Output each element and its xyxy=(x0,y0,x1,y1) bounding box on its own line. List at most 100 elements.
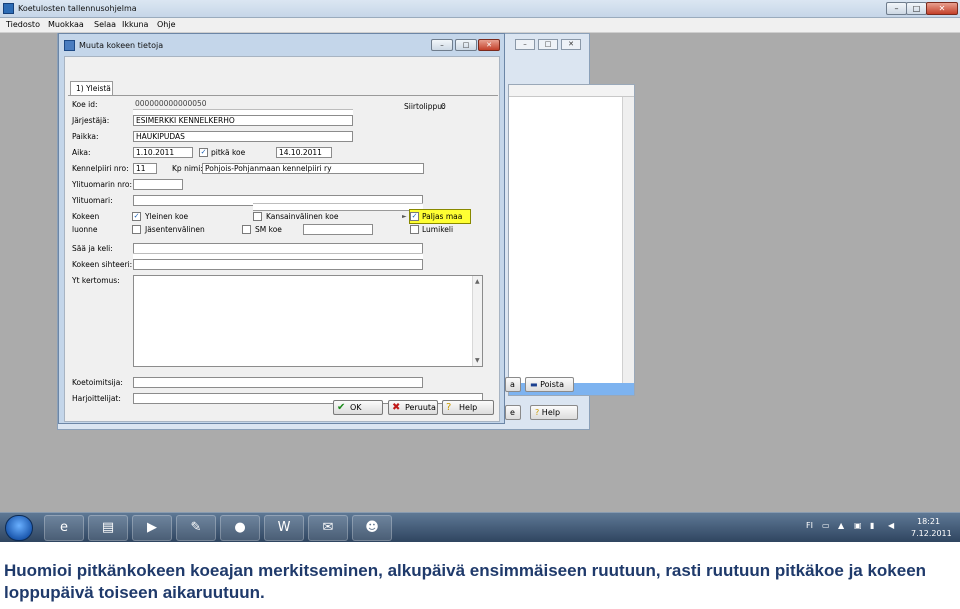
koetoimitsija-label: Koetoimitsija: xyxy=(72,378,123,387)
aika-loppu-field[interactable]: 14.10.2011 xyxy=(276,147,332,158)
pointer-arrow-icon: ► xyxy=(402,213,407,220)
paikka-field[interactable]: HAUKIPUDAS xyxy=(133,131,353,142)
menu-selaa[interactable]: Selaa xyxy=(94,20,116,29)
network-icon[interactable]: ▮ xyxy=(870,521,874,530)
ylituomarin-nro-label: Ylituomarin nro: xyxy=(72,180,133,189)
poista-button[interactable]: ▬ Poista xyxy=(525,377,574,392)
kansainvalinen-koe-checkbox[interactable] xyxy=(253,212,262,221)
volume-icon[interactable]: ◀ xyxy=(888,521,894,530)
outlook-icon[interactable]: ✉ xyxy=(308,515,348,541)
kennelpiiri-field[interactable]: 11 xyxy=(133,163,157,174)
jasentenvalinen-label: Jäsentenvälinen xyxy=(145,225,205,234)
jarjestaja-label: Järjestäjä: xyxy=(72,116,110,125)
ie-icon[interactable]: e xyxy=(44,515,84,541)
help-icon: ? xyxy=(535,408,542,417)
smurf-app-icon[interactable]: ☻ xyxy=(352,515,392,541)
scroll-up-icon: ▲ xyxy=(475,278,480,285)
clock-date[interactable]: 7.12.2011 xyxy=(911,529,952,538)
koe-id-label: Koe id: xyxy=(72,100,98,109)
close-button[interactable]: ✕ xyxy=(926,2,958,15)
aika-label: Aika: xyxy=(72,148,91,157)
media-player-icon[interactable]: ▶ xyxy=(132,515,172,541)
kp-nimi-field[interactable]: Pohjois-Pohjanmaan kennelpiiri ry xyxy=(202,163,424,174)
dialog-minimize-button[interactable]: – xyxy=(431,39,453,51)
arrow-label: a xyxy=(510,380,515,389)
list-header xyxy=(509,85,634,97)
menu-muokkaa[interactable]: Muokkaa xyxy=(48,20,84,29)
dialog-close-button[interactable]: ✕ xyxy=(478,39,500,51)
paint-icon[interactable]: ✎ xyxy=(176,515,216,541)
edit-test-dialog: Muuta kokeen tietoja – □ ✕ 1) Yleistä Ko… xyxy=(58,33,505,424)
list-vertical-scrollbar[interactable] xyxy=(622,97,634,383)
sihteeri-label: Kokeen sihteeri: xyxy=(72,260,133,269)
paljas-maa-label: Paljas maa xyxy=(422,212,463,221)
yt-kertomus-field[interactable]: ▲ ▼ xyxy=(133,275,483,367)
keyboard-icon[interactable]: ▭ xyxy=(822,521,830,530)
pitka-koe-checkbox[interactable]: ✓ xyxy=(199,148,208,157)
records-list[interactable] xyxy=(508,84,635,396)
yleinen-koe-label: Yleinen koe xyxy=(145,212,189,221)
jarjestaja-field[interactable]: ESIMERKKI KENNELKERHO xyxy=(133,115,353,126)
dialog-icon xyxy=(64,40,75,51)
yleinen-koe-checkbox[interactable]: ✓ xyxy=(132,212,141,221)
sm-koe-checkbox[interactable] xyxy=(242,225,251,234)
menu-ohje[interactable]: Ohje xyxy=(157,20,176,29)
lumikeli-checkbox[interactable] xyxy=(410,225,419,234)
siirtolippu-value: 0 xyxy=(441,102,446,111)
aika-alku-field[interactable]: 1.10.2011 xyxy=(133,147,193,158)
child-door-button[interactable]: e xyxy=(505,405,521,420)
child-help-button[interactable]: ? Help xyxy=(530,405,578,420)
paikka-label: Paikka: xyxy=(72,132,99,141)
language-indicator[interactable]: FI xyxy=(806,521,813,530)
kokeen-luonne-label-2: luonne xyxy=(72,225,98,234)
app-icon xyxy=(3,3,14,14)
jasentenvalinen-checkbox[interactable] xyxy=(132,225,141,234)
poista-label: Poista xyxy=(540,380,564,389)
sm-koe-label: SM koe xyxy=(255,225,282,234)
menu-ikkuna[interactable]: Ikkuna xyxy=(122,20,148,29)
menu-bar: Tiedosto Muokkaa Selaa Ikkuna Ohje xyxy=(0,18,960,33)
ok-button[interactable]: ✔ OK xyxy=(333,400,383,415)
minus-icon: ▬ xyxy=(530,380,541,389)
tab-yleista[interactable]: 1) Yleistä xyxy=(70,81,113,95)
caption-text: Huomioi pitkänkokeen koeajan merkitsemin… xyxy=(4,561,927,602)
minimize-button[interactable]: – xyxy=(886,2,907,15)
child-minimize-button[interactable]: – xyxy=(515,39,535,50)
child-close-button[interactable]: ✕ xyxy=(561,39,581,50)
maximize-button[interactable]: □ xyxy=(906,2,927,15)
start-button[interactable] xyxy=(5,515,33,541)
kansainvalinen-koe-label: Kansainvälinen koe xyxy=(266,212,339,221)
sihteeri-field[interactable] xyxy=(133,259,423,270)
kennelpiiri-label: Kennelpiiri nro: xyxy=(72,164,129,173)
help-button[interactable]: ? Help xyxy=(442,400,494,415)
clock-time[interactable]: 18:21 xyxy=(917,517,940,526)
cancel-icon: ✖ xyxy=(392,402,401,413)
taskbar: e ▤ ▶ ✎ ● W ✉ ☻ FI ▭ ▲ ▣ ▮ ◀ 18:21 7.12.… xyxy=(0,512,960,542)
explorer-icon[interactable]: ▤ xyxy=(88,515,128,541)
scroll-down-icon: ▼ xyxy=(475,357,480,364)
child-arrow-button[interactable]: a xyxy=(505,377,521,392)
help-icon: ? xyxy=(446,402,452,413)
dialog-maximize-button[interactable]: □ xyxy=(455,39,477,51)
device-icon[interactable]: ▣ xyxy=(854,521,862,530)
ylituomari-label: Ylituomari: xyxy=(72,196,113,205)
child-maximize-button[interactable]: □ xyxy=(538,39,558,50)
firefox-icon[interactable]: ● xyxy=(220,515,260,541)
ylituomarin-nro-field[interactable] xyxy=(133,179,183,190)
show-hidden-icons-icon[interactable]: ▲ xyxy=(838,521,844,530)
menu-tiedosto[interactable]: Tiedosto xyxy=(6,20,40,29)
kokeen-luonne-label-1: Kokeen xyxy=(72,212,100,221)
kp-nimi-label: Kp nimi: xyxy=(172,164,203,173)
sm-koe-field[interactable] xyxy=(303,224,373,235)
paljas-maa-checkbox[interactable]: ✓ xyxy=(410,212,419,221)
ok-label: OK xyxy=(350,403,362,412)
row-divider xyxy=(253,203,423,211)
yt-kertomus-label: Yt kertomus: xyxy=(72,276,120,285)
memo-scrollbar[interactable]: ▲ ▼ xyxy=(472,276,482,366)
app-window: Koetulosten tallennusohjelma – □ ✕ Tiedo… xyxy=(0,0,960,512)
peruuta-button[interactable]: ✖ Peruuta xyxy=(388,400,438,415)
koetoimitsija-field[interactable] xyxy=(133,377,423,388)
saa-label: Sää ja keli: xyxy=(72,244,113,253)
word-icon[interactable]: W xyxy=(264,515,304,541)
siirtolippu-label: Siirtolippu: xyxy=(404,102,445,111)
